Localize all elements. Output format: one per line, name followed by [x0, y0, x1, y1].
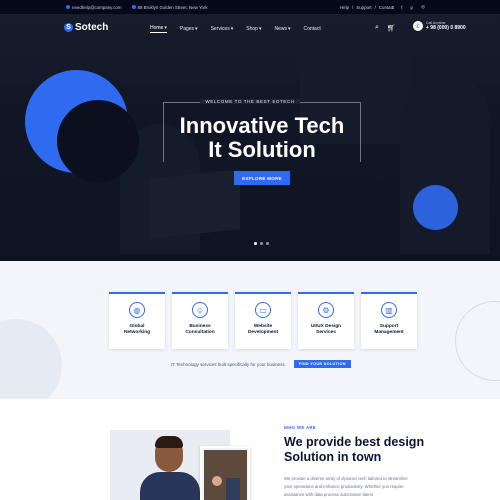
call-number: + 98 (000) 0 8900: [426, 25, 466, 31]
about-section: WHO WE ARE We provide best design Soluti…: [0, 399, 500, 500]
about-photo-small: [200, 446, 250, 500]
service-label-line2: Management: [374, 330, 404, 335]
nav-label: Contact: [303, 26, 321, 32]
phone-icon: ✆: [413, 21, 423, 31]
email-text: needhelp@company.com: [72, 4, 122, 10]
nav-item-contact[interactable]: Contact: [304, 25, 321, 33]
service-card-website-development[interactable]: ▭ Website Development: [235, 292, 291, 349]
nav-label: Shop: [246, 26, 258, 32]
consult-icon: ☺: [192, 302, 208, 318]
gear-icon: ⚙: [318, 302, 334, 318]
top-bar-contact: needhelp@company.com 88 Broklyn Golden S…: [66, 5, 208, 10]
top-bar: needhelp@company.com 88 Broklyn Golden S…: [0, 0, 500, 14]
brand-name: Sotech: [75, 22, 109, 33]
chevron-down-icon: ▾: [287, 26, 291, 32]
hero-headline-line2: It Solution: [208, 137, 316, 162]
brand-logo[interactable]: S Sotech: [64, 22, 108, 33]
decor-circle: [0, 319, 62, 399]
instagram-icon[interactable]: ◎: [421, 4, 425, 10]
services-section: ◍ Global Networking ☺ Business Consultatio…: [0, 261, 500, 399]
email-link[interactable]: needhelp@company.com: [66, 5, 122, 10]
services-tagline: IT Technology services built specificall…: [171, 360, 351, 368]
service-card-label: Website Development: [248, 324, 278, 336]
call-anytime[interactable]: ✆ Call Anytime + 98 (000) 0 8900: [413, 21, 466, 31]
nav-item-services[interactable]: Services ▾: [211, 25, 234, 33]
service-label-line2: Consultation: [185, 330, 215, 335]
divider: /: [374, 4, 376, 10]
photo-person-body: [226, 478, 240, 500]
services-tagline-text: IT Technology services built specificall…: [171, 361, 286, 367]
cart-icon[interactable]: 🛒︎: [387, 24, 396, 32]
decor-ring: [455, 301, 500, 381]
service-card-label: Global Networking: [124, 324, 150, 336]
about-text: We provide a diverse array of dynamic te…: [284, 475, 424, 499]
search-icon[interactable]: ⌕: [375, 24, 379, 32]
nav-label: Pages: [179, 26, 195, 32]
person-hair: [155, 436, 183, 448]
address-text: 88 Broklyn Golden Street. New York: [137, 4, 208, 10]
find-solution-button[interactable]: FIND YOUR SOLUTION: [293, 360, 351, 368]
explore-more-button[interactable]: EXPLORE MORE: [234, 171, 290, 185]
nav-item-pages[interactable]: Pages ▾: [180, 25, 198, 33]
service-card-uiux-design[interactable]: ⚙ UI/UX Design Services: [298, 292, 354, 349]
nav-label: Services: [210, 26, 230, 32]
service-label-line2: Services: [316, 330, 336, 335]
service-card-label: Business Consultation: [185, 324, 214, 336]
help-link[interactable]: Help: [340, 5, 349, 10]
globe-icon: ◍: [129, 302, 145, 318]
nav-icons: ⌕ 🛒︎: [375, 24, 396, 32]
service-card-global-networking[interactable]: ◍ Global Networking: [109, 292, 165, 349]
call-text: Call Anytime + 98 (000) 0 8900: [426, 21, 466, 31]
pinterest-icon[interactable]: p: [411, 5, 414, 10]
hero-headline-line1: Innovative Tech: [179, 113, 345, 138]
hero-eyebrow: WELCOME TO THE BEST SOTECH: [0, 99, 500, 104]
about-title-line1: We provide best design: [284, 435, 425, 449]
main-nav: Home ▾ Pages ▾ Services ▾ Shop ▾ News ▾ Conta…: [150, 25, 321, 33]
monitor-icon: ▭: [255, 302, 271, 318]
chevron-down-icon: ▾: [230, 26, 234, 32]
photo-person-head: [212, 476, 222, 486]
chevron-down-icon: ▾: [195, 26, 198, 32]
service-card-support-management[interactable]: ▥ Support Management: [361, 292, 417, 349]
service-label-line2: Networking: [123, 330, 151, 335]
slider-dot[interactable]: [254, 242, 257, 245]
email-icon: [66, 5, 70, 9]
service-card-business-consultation[interactable]: ☺ Business Consultation: [172, 292, 228, 349]
chevron-down-icon: ▾: [164, 25, 167, 31]
divider: /: [352, 4, 354, 10]
top-bar-links: Help / Support / Contact: [340, 5, 394, 10]
service-card-label: UI/UX Design Services: [311, 324, 341, 336]
nav-item-home[interactable]: Home ▾: [150, 25, 167, 33]
service-label-line2: Development: [247, 330, 279, 335]
about-eyebrow: WHO WE ARE: [284, 425, 316, 430]
facebook-icon[interactable]: f: [401, 5, 402, 10]
about-title-line2: Solution in town: [284, 450, 382, 464]
hero-eyebrow-text: WELCOME TO THE BEST SOTECH: [200, 99, 300, 104]
nav-label: News: [274, 26, 287, 32]
about-title: We provide best design Solution in town: [284, 435, 434, 465]
chart-icon: ▥: [381, 302, 397, 318]
hero-headline: Innovative Tech It Solution: [0, 114, 500, 162]
slider-dot[interactable]: [266, 242, 269, 245]
chevron-down-icon: ▾: [258, 26, 262, 32]
twitter-icon[interactable]: t: [392, 5, 393, 10]
about-text-line: We provide a diverse array of dynamic te…: [284, 476, 408, 481]
social-links: t f p ◎: [392, 4, 425, 10]
service-card-label: Support Management: [374, 324, 403, 336]
nav-label: Home: [150, 25, 164, 31]
person-body: [140, 472, 200, 500]
slider-dots: [254, 242, 269, 245]
about-text-line: your operations and enhance productivity…: [284, 484, 404, 489]
logo-icon: S: [64, 23, 73, 32]
about-text-line: assistance with data process automation …: [284, 492, 373, 497]
location-icon: [131, 5, 136, 9]
service-cards: ◍ Global Networking ☺ Business Consultatio…: [109, 292, 417, 349]
nav-item-shop[interactable]: Shop ▾: [246, 25, 261, 33]
slider-dot[interactable]: [260, 242, 263, 245]
support-link[interactable]: Support: [356, 5, 371, 10]
hero-decor-circle-small: [413, 185, 458, 230]
address-text-wrap: 88 Broklyn Golden Street. New York: [131, 4, 208, 10]
nav-item-news[interactable]: News ▾: [274, 25, 290, 33]
